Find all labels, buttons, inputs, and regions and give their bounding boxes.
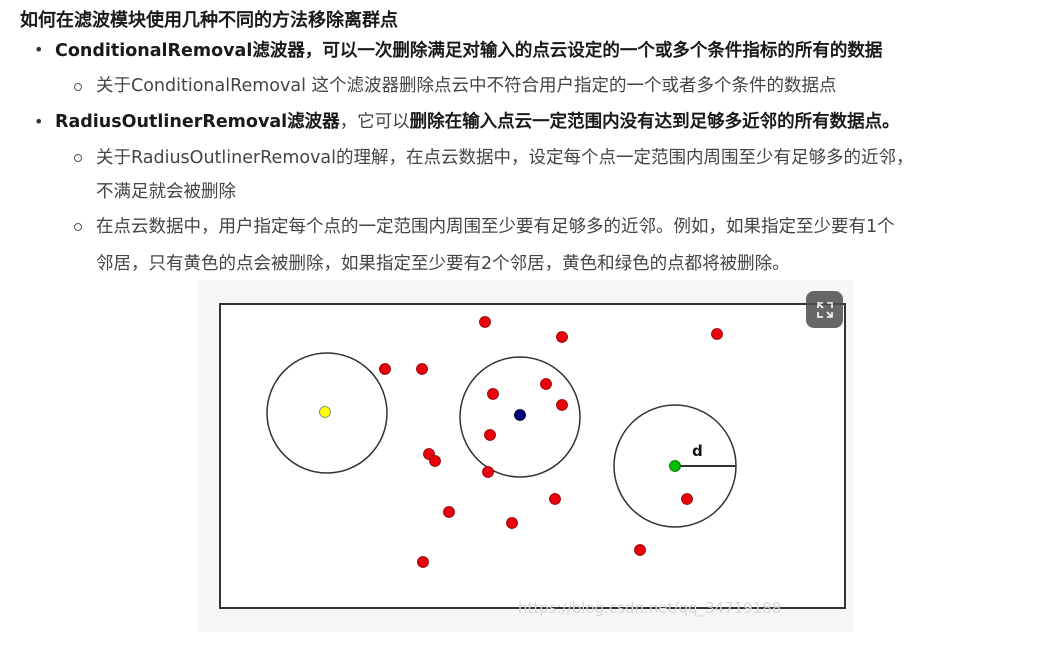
item-2-title-bold-1: RadiusOutlinerRemoval滤波器 (55, 112, 340, 132)
red-point (711, 328, 723, 340)
item-1-sub-1: 关于ConditionalRemoval 这个滤波器删除点云中不符合用户指定的一… (96, 76, 837, 96)
red-point (479, 316, 491, 328)
blue-point (514, 409, 526, 421)
red-point (379, 363, 391, 375)
red-point (556, 399, 568, 411)
item-2-sub-2-line-1: 在点云数据中，用户指定每个点的一定范围内周围至少要有足够多的近邻。例如，如果指定… (96, 217, 895, 237)
red-point (634, 544, 646, 556)
diagram-border (219, 303, 846, 609)
item-2-title-bold-2: 删除在输入点云一定范围内没有达到足够多近邻的所有数据点。 (409, 112, 900, 132)
red-point (429, 455, 441, 467)
bullet-dot: • (34, 112, 44, 131)
red-point (416, 363, 428, 375)
circle-bullet (74, 83, 82, 91)
red-point (556, 331, 568, 343)
red-point (443, 506, 455, 518)
bullet-dot: • (34, 40, 44, 59)
red-point (417, 556, 429, 568)
circle-bullet (74, 154, 82, 162)
red-point (487, 388, 499, 400)
item-2-title: RadiusOutlinerRemoval滤波器，它可以删除在输入点云一定范围内… (55, 110, 900, 134)
red-point (549, 493, 561, 505)
green-point (669, 460, 681, 472)
circle-bullet (74, 223, 82, 231)
outlier-diagram: d (219, 303, 846, 609)
expand-image-button[interactable] (806, 291, 843, 328)
red-point (681, 493, 693, 505)
red-point (484, 429, 496, 441)
red-point (540, 378, 552, 390)
red-point (482, 466, 494, 478)
page-heading: 如何在滤波模块使用几种不同的方法移除离群点 (20, 10, 398, 31)
item-1-title: ConditionalRemoval滤波器，可以一次删除满足对输入的点云设定的一… (55, 41, 883, 61)
outlier-figure: d (198, 280, 854, 632)
expand-icon (816, 301, 833, 318)
item-2-title-normal: ，它可以 (339, 112, 410, 132)
item-2-sub-1-line-2: 不满足就会被删除 (96, 182, 236, 202)
yellow-point (319, 406, 331, 418)
item-2-sub-2-line-2: 邻居，只有黄色的点会被删除，如果指定至少要有2个邻居，黄色和绿色的点都将被删除。 (96, 254, 790, 274)
watermark: https://blog.csdn.net/qq_34719188 (518, 599, 782, 617)
red-point (506, 517, 518, 529)
radius-label: d (692, 442, 703, 460)
item-2-sub-1-line-1: 关于RadiusOutlinerRemoval的理解，在点云数据中，设定每个点一… (96, 148, 914, 168)
